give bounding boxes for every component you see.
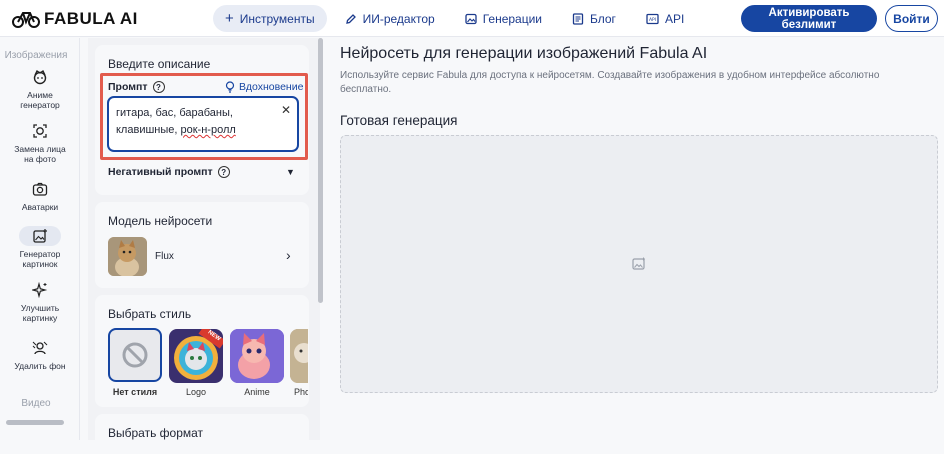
prompt-text-spellcheck: рок-н-ролл (180, 124, 236, 136)
image-generator-icon (19, 226, 61, 246)
rail-horizontal-scrollbar[interactable] (6, 420, 64, 425)
rail-item-remove-bg[interactable]: Удалить фон (0, 338, 80, 371)
caret-down-icon[interactable]: ▼ (286, 167, 295, 177)
no-style-icon (122, 342, 148, 368)
help-icon[interactable]: ? (217, 166, 230, 178)
page-title: Нейросеть для генерации изображений Fabu… (340, 45, 708, 62)
rail-label: Аниме (27, 90, 53, 100)
style-title: Выбрать стиль (108, 307, 192, 321)
brand-name: FABULA AI (44, 9, 138, 28)
anime-face-icon (19, 67, 61, 87)
rail-label: картинку (22, 313, 58, 323)
image-placeholder-icon (632, 257, 645, 270)
model-name: Flux (155, 251, 174, 262)
document-icon (572, 12, 584, 25)
rail-label: генератор (20, 100, 60, 110)
prompt-textarea[interactable]: гитара, бас, барабаны, клавишные, рок-н-… (107, 96, 299, 152)
nav-ai-editor-label: ИИ-редактор (362, 11, 435, 26)
description-title: Введите описание (108, 57, 211, 71)
nav-generations[interactable]: Генерации (453, 5, 554, 32)
negative-prompt-label: Негативный промпт (108, 166, 213, 178)
rail-item-avatars[interactable]: Аватарки (0, 179, 80, 212)
nav-generations-label: Генерации (482, 11, 542, 26)
main-nav: + Инструменты ИИ-редактор Генерации Блог… (213, 5, 702, 32)
top-bar: FABULA AI + Инструменты ИИ-редактор Гене… (0, 0, 944, 37)
login-button[interactable]: Войти (885, 5, 938, 32)
model-title: Модель нейросети (108, 214, 213, 228)
style-option-logo[interactable]: NEW (169, 329, 223, 383)
negative-prompt-row[interactable]: Негативный промпт ? (108, 166, 230, 178)
plus-icon: + (225, 9, 234, 27)
rail-item-image-generator[interactable]: Генератор картинок (0, 226, 80, 269)
format-card: Выбрать формат (95, 414, 309, 454)
prompt-line-1: гитара, бас, барабаны, (116, 107, 233, 119)
style-option-photo[interactable] (290, 329, 308, 383)
style-label-anime: Anime (244, 387, 270, 397)
rail-label: Генератор (19, 249, 61, 259)
rail-label: Улучшить (20, 303, 60, 313)
nav-ai-editor[interactable]: ИИ-редактор (333, 5, 447, 32)
sparkle-icon (19, 280, 61, 300)
rail-item-enhance[interactable]: Улучшить картинку (0, 280, 80, 323)
rail-label: на фото (24, 154, 56, 164)
style-option-anime[interactable] (230, 329, 284, 383)
rail-label: картинок (22, 259, 58, 269)
rail-section-images: Изображения (4, 50, 68, 61)
rail-item-anime-generator[interactable]: Аниме генератор (0, 67, 80, 110)
svg-text:API: API (649, 17, 656, 23)
result-title: Готовая генерация (340, 113, 458, 128)
nav-tools[interactable]: + Инструменты (213, 5, 327, 32)
rail-label: Удалить фон (14, 361, 66, 371)
activate-unlimited-button[interactable]: Активировать безлимит (741, 5, 877, 32)
nav-api[interactable]: API API (634, 5, 696, 32)
generation-preview (340, 135, 938, 393)
rail-label: Аватарки (21, 202, 59, 212)
tools-sidebar: Изображения Аниме генератор Замена лица … (0, 38, 80, 440)
model-card[interactable]: Модель нейросети Flux › (95, 202, 309, 288)
format-title: Выбрать формат (108, 426, 204, 440)
model-thumbnail (108, 237, 147, 276)
nav-tools-label: Инструменты (239, 11, 315, 26)
style-label-none: Нет стиля (112, 387, 158, 397)
style-label-logo: Logo (185, 387, 207, 397)
style-option-none[interactable] (108, 328, 162, 382)
rail-label: Замена лица (14, 144, 66, 154)
clear-prompt-icon[interactable]: ✕ (281, 103, 291, 117)
brand-logo[interactable]: FABULA AI (12, 9, 138, 29)
chevron-right-icon[interactable]: › (286, 247, 291, 263)
image-icon (465, 13, 477, 24)
face-swap-icon (19, 121, 61, 141)
camera-icon (19, 179, 61, 199)
remove-bg-icon (19, 338, 61, 358)
nav-api-label: API (664, 11, 685, 26)
rail-section-video: Видео (21, 398, 51, 409)
prompt-line-2: клавишные, рок-н-ролл (116, 122, 275, 139)
prompt-text: клавишные, (116, 124, 181, 136)
rail-item-face-swap[interactable]: Замена лица на фото (0, 121, 80, 164)
pen-icon (345, 13, 356, 24)
page-description: Используйте сервис Fabula для доступа к … (340, 70, 880, 95)
panel-scrollbar[interactable] (318, 38, 323, 303)
nav-blog[interactable]: Блог (560, 5, 628, 32)
api-icon: API (646, 13, 659, 24)
nav-blog-label: Блог (590, 11, 616, 26)
style-label-photo: Pho (294, 387, 308, 397)
bicycle-logo-icon (12, 12, 40, 28)
